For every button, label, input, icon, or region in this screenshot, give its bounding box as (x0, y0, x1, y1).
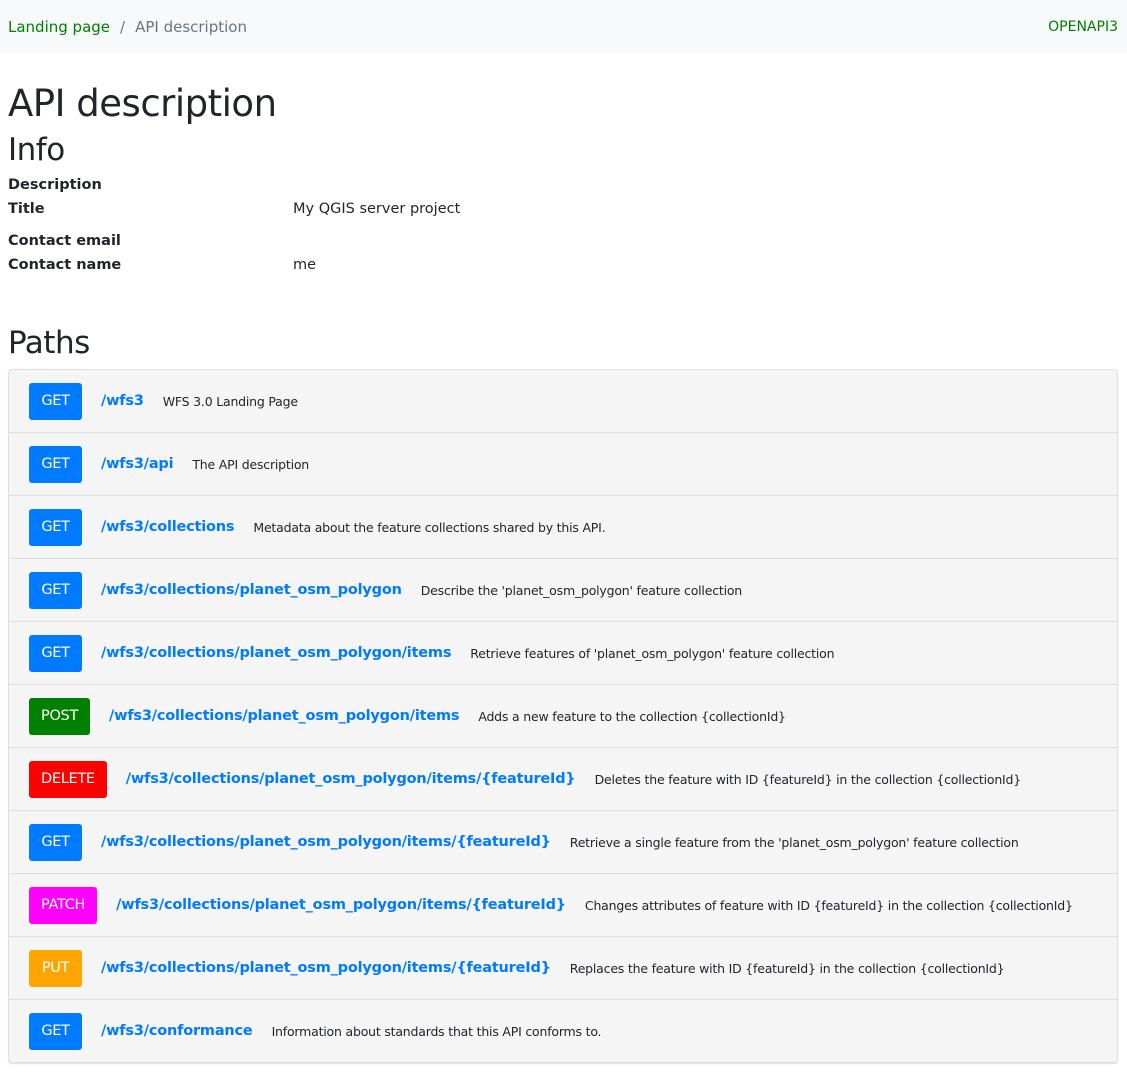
path-row: GET/wfs3/api The API description (9, 433, 1117, 496)
path-summary: Retrieve features of 'planet_osm_polygon… (470, 645, 835, 661)
path-row: POST/wfs3/collections/planet_osm_polygon… (9, 685, 1117, 748)
info-row-contact-email: Contact email (8, 221, 1118, 253)
method-badge-get[interactable]: GET (29, 634, 82, 672)
info-key: Contact name (8, 257, 122, 273)
top-navbar: Landing page / API description OPENAPI3 (0, 0, 1127, 53)
method-badge-get[interactable]: GET (29, 508, 82, 546)
breadcrumb: Landing page / API description (8, 18, 247, 36)
method-badge-get[interactable]: GET (29, 823, 82, 861)
info-value: me (293, 257, 317, 273)
method-badge-put[interactable]: PUT (29, 949, 82, 987)
breadcrumb-separator: / (120, 17, 126, 36)
method-badge-get[interactable]: GET (29, 571, 82, 609)
path-summary: Describe the 'planet_osm_polygon' featur… (420, 582, 743, 598)
method-badge-get[interactable]: GET (29, 445, 82, 483)
path-link[interactable]: /wfs3/collections/planet_osm_polygon/ite… (126, 771, 576, 787)
info-heading: Info (8, 132, 65, 168)
breadcrumb-landing-page-link[interactable]: Landing page (8, 18, 110, 36)
info-row-contact-name: Contact name me (8, 253, 1118, 277)
path-link[interactable]: /wfs3/collections/planet_osm_polygon/ite… (101, 645, 451, 661)
info-row-title: Title My QGIS server project (8, 197, 1118, 221)
path-link[interactable]: /wfs3/collections/planet_osm_polygon/ite… (116, 897, 566, 913)
path-row: GET/wfs3/conformance Information about st… (9, 1000, 1117, 1062)
info-value: My QGIS server project (293, 201, 461, 217)
path-row: GET/wfs3/collections/planet_osm_polygon/… (9, 622, 1117, 685)
path-summary: The API description (192, 456, 310, 472)
info-table: Description Title My QGIS server project… (8, 173, 1118, 277)
main-content: API description Info Description Title M… (0, 79, 1127, 1063)
path-summary: Deletes the feature with ID {featureId} … (594, 771, 1022, 787)
openapi3-format-link[interactable]: OPENAPI3 (1048, 19, 1118, 35)
path-link[interactable]: /wfs3/conformance (101, 1023, 253, 1039)
method-badge-get[interactable]: GET (29, 1012, 82, 1050)
method-badge-delete[interactable]: DELETE (29, 760, 107, 798)
path-row: PATCH/wfs3/collections/planet_osm_polygo… (9, 874, 1117, 937)
method-badge-get[interactable]: GET (29, 382, 82, 420)
path-row: DELETE/wfs3/collections/planet_osm_polyg… (9, 748, 1117, 811)
path-summary: Metadata about the feature collections s… (253, 519, 606, 535)
method-badge-post[interactable]: POST (29, 697, 91, 735)
path-row: GET/wfs3/collections Metadata about the f… (9, 496, 1117, 559)
path-link[interactable]: /wfs3/collections/planet_osm_polygon/ite… (109, 708, 459, 724)
path-link[interactable]: /wfs3/collections/planet_osm_polygon (101, 582, 402, 598)
path-row: GET/wfs3/collections/planet_osm_polygon/… (9, 811, 1117, 874)
breadcrumb-current-page: API description (135, 17, 247, 36)
info-row-description: Description (8, 173, 1118, 197)
path-summary: Replaces the feature with ID {featureId}… (569, 960, 1005, 976)
path-link[interactable]: /wfs3/api (101, 456, 174, 472)
path-link[interactable]: /wfs3/collections (101, 519, 235, 535)
path-link[interactable]: /wfs3/collections/planet_osm_polygon/ite… (101, 834, 551, 850)
page-title: API description (8, 82, 277, 125)
method-badge-patch[interactable]: PATCH (29, 886, 98, 924)
info-key: Contact email (8, 233, 121, 249)
path-row: GET/wfs3 WFS 3.0 Landing Page (9, 370, 1117, 433)
info-key: Title (8, 201, 45, 217)
paths-heading: Paths (8, 325, 90, 361)
path-summary: Adds a new feature to the collection {co… (478, 708, 786, 724)
path-summary: Changes attributes of feature with ID {f… (584, 897, 1073, 913)
path-summary: Information about standards that this AP… (271, 1023, 602, 1039)
path-summary: Retrieve a single feature from the 'plan… (569, 834, 1019, 850)
path-row: GET/wfs3/collections/planet_osm_polygon D… (9, 559, 1117, 622)
path-link[interactable]: /wfs3/collections/planet_osm_polygon/ite… (101, 960, 551, 976)
path-summary: WFS 3.0 Landing Page (162, 393, 298, 409)
paths-list: GET/wfs3 WFS 3.0 Landing Page GET/wfs3/api… (8, 369, 1118, 1063)
info-key: Description (8, 177, 102, 193)
path-link[interactable]: /wfs3 (101, 393, 144, 409)
path-row: PUT/wfs3/collections/planet_osm_polygon/… (9, 937, 1117, 1000)
